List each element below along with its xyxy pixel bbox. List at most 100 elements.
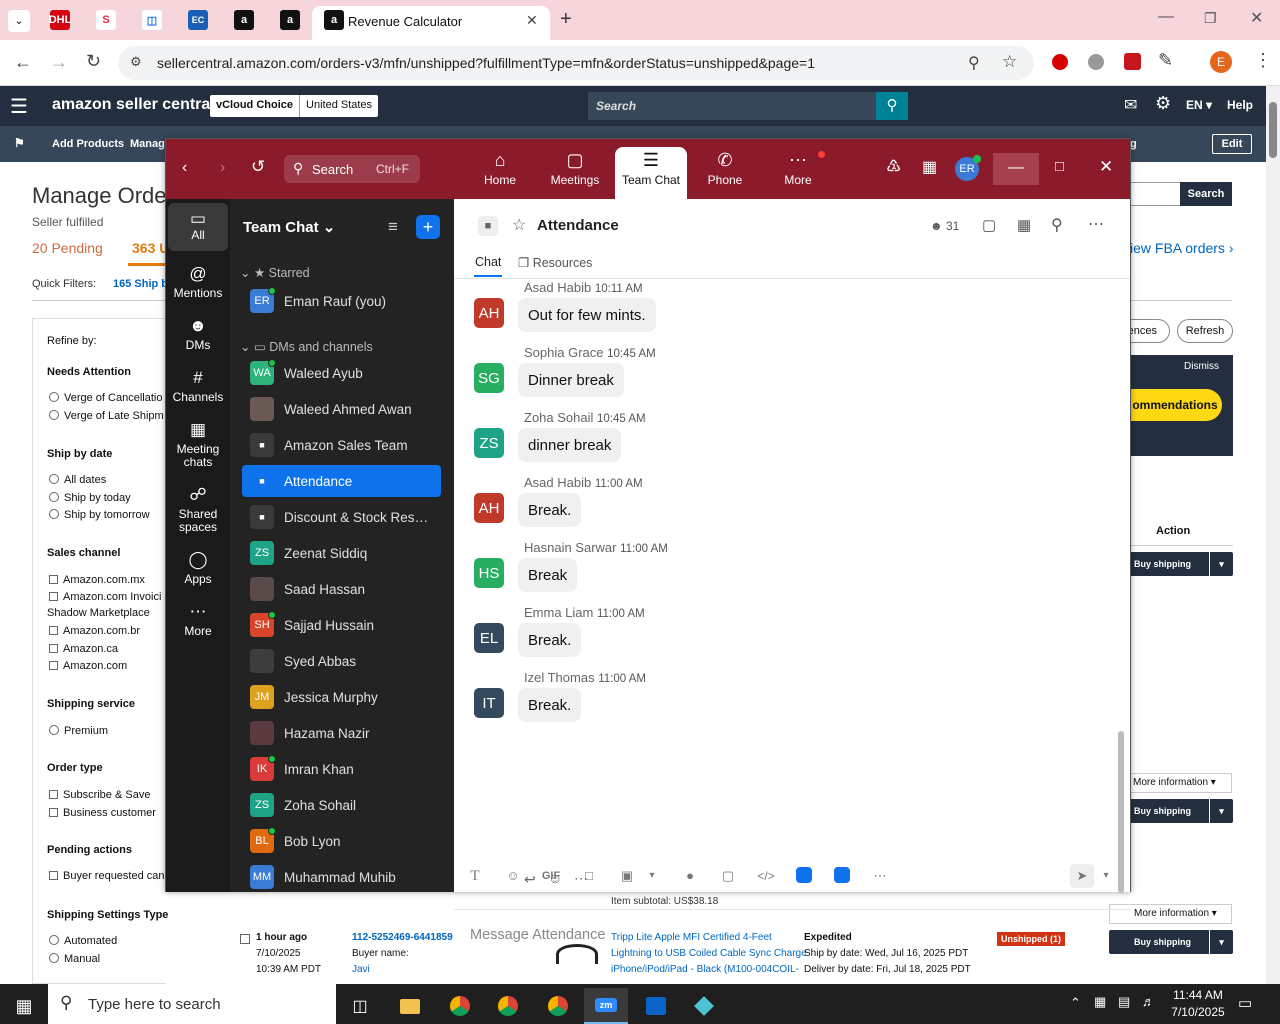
tray-app-icon[interactable]: ▦ — [1094, 994, 1106, 1010]
dms-section[interactable]: ⌄ ▭ DMs and channels — [240, 339, 373, 354]
more-toolbar-icon[interactable]: ⋯ — [868, 864, 892, 888]
sidebar-item[interactable]: ER Eman Rauf (you) — [242, 285, 441, 317]
help-link[interactable]: Help — [1227, 98, 1253, 112]
seller-central-logo[interactable]: amazon seller central — [52, 96, 215, 114]
sender-name[interactable]: Zoha Sohail — [524, 410, 593, 425]
bell-icon[interactable]: ♳ — [886, 157, 901, 177]
zoom-lens-icon[interactable]: ⚲ — [968, 53, 980, 73]
file-icon[interactable]: □ — [577, 864, 601, 888]
tray-chevron-icon[interactable]: ⌃ — [1070, 995, 1081, 1011]
rail-all[interactable]: ▭ All — [168, 203, 228, 251]
back-arrow-icon[interactable]: ‹ — [182, 159, 187, 177]
start-button[interactable]: ▦ — [2, 988, 46, 1024]
close-icon[interactable]: ✕ — [1099, 157, 1113, 177]
notifications-icon[interactable]: ▭ — [1238, 994, 1252, 1012]
sidebar-item[interactable]: JM Jessica Murphy — [242, 681, 441, 713]
recommendations-button[interactable]: ommendations — [1128, 389, 1222, 421]
sidebar-item[interactable]: Hazama Nazir — [242, 717, 441, 749]
filter-option[interactable]: Verge of Cancellatio — [49, 392, 162, 404]
sender-avatar[interactable]: SG — [474, 363, 504, 393]
profile-avatar[interactable]: E — [1210, 51, 1232, 73]
app-diamond-icon[interactable] — [682, 988, 726, 1024]
scrollbar-thumb[interactable] — [1269, 102, 1277, 158]
send-options-icon[interactable]: ▾ — [1094, 864, 1118, 888]
taskbar-search-input[interactable]: ⚲ Type here to search — [48, 984, 336, 1024]
url-field[interactable]: ⚙ sellercentral.amazon.com/orders-v3/mfn… — [118, 46, 1034, 80]
extensions-icon[interactable]: ✎ — [1158, 50, 1173, 71]
tab-amazon-1[interactable]: a — [234, 10, 254, 30]
filter-option[interactable]: Amazon.com.mx — [49, 574, 145, 586]
code-snippet-icon[interactable]: </> — [754, 864, 778, 888]
filter-option[interactable]: Premium — [49, 725, 108, 737]
maximize-icon[interactable]: □ — [1055, 158, 1064, 175]
sender-avatar[interactable]: AH — [474, 493, 504, 523]
message-item[interactable]: AH Asad Habib 10:11 AM Out for few mints. — [474, 280, 1074, 342]
nav-add-products[interactable]: Add Products — [52, 138, 124, 150]
browser-menu-icon[interactable]: ⋮ — [1254, 50, 1272, 71]
sidebar-item[interactable]: ZS Zoha Sohail — [242, 789, 441, 821]
search-icon[interactable]: ⚲ — [1051, 215, 1063, 235]
filter-option[interactable]: Buyer requested can — [49, 870, 165, 882]
seller-search-button[interactable]: ⚲ — [876, 92, 908, 120]
rail-meeting-chats[interactable]: ▦ Meeting chats — [168, 417, 228, 469]
seller-search-input[interactable]: Search — [588, 92, 876, 120]
page-scrollbar[interactable] — [1266, 86, 1280, 984]
sender-avatar[interactable]: ZS — [474, 428, 504, 458]
sender-avatar[interactable]: IT — [474, 688, 504, 718]
store-switcher[interactable]: vCloud Choice United States — [210, 95, 379, 117]
microphone-icon[interactable]: ● — [678, 864, 702, 888]
restore-icon[interactable]: ❐ — [1204, 10, 1217, 27]
order-id-link[interactable]: 112-5252469-6441859 — [352, 932, 453, 943]
rail-more[interactable]: ⋯ More — [168, 599, 228, 638]
minimize-icon[interactable]: — — [1158, 8, 1174, 26]
sender-name[interactable]: Hasnain Sarwar — [524, 540, 617, 555]
buyer-name-link[interactable]: Javi — [352, 964, 370, 975]
calendar-icon[interactable]: ▦ — [1017, 216, 1031, 234]
order-checkbox[interactable] — [240, 934, 250, 944]
tab-app-3[interactable]: ◫ — [142, 10, 162, 30]
filter-option[interactable]: Ship by tomorrow — [49, 509, 150, 521]
file-explorer-icon[interactable] — [388, 988, 432, 1024]
sidebar-item[interactable]: ■ Amazon Sales Team — [242, 429, 441, 461]
chrome-profile-icon[interactable] — [486, 988, 530, 1024]
sidebar-item[interactable]: Syed Abbas — [242, 645, 441, 677]
sidebar-item[interactable]: WA Waleed Ayub — [242, 357, 441, 389]
message-bubble[interactable]: dinner break — [518, 428, 622, 462]
quick-filter-ship-by[interactable]: 165 Ship b — [113, 278, 168, 290]
message-bubble[interactable]: Break. — [518, 623, 582, 657]
zoom-search-input[interactable]: ⚲ Search Ctrl+F — [284, 155, 420, 183]
message-bubble[interactable]: Dinner break — [518, 363, 624, 397]
ext-pdf-icon[interactable] — [1124, 53, 1141, 70]
message-bubble[interactable]: Break. — [518, 688, 582, 722]
sidebar-item[interactable]: Saad Hassan — [242, 573, 441, 605]
sidebar-item[interactable]: ZS Zeenat Siddiq — [242, 537, 441, 569]
filter-option[interactable]: All dates — [49, 474, 106, 486]
ext-globe-icon[interactable] — [1088, 54, 1104, 70]
clock-time[interactable]: 11:44 AM — [1172, 988, 1224, 1002]
sender-name[interactable]: Asad Habib — [524, 280, 591, 295]
more-info-dropdown[interactable]: More information ▾ — [1128, 773, 1232, 793]
refresh-button[interactable]: Refresh — [1177, 319, 1233, 343]
minimize-button[interactable]: — — [993, 153, 1039, 185]
screenshot-icon[interactable]: ▣ — [615, 864, 639, 888]
chat-scrollbar[interactable] — [1118, 731, 1124, 893]
filter-option[interactable]: Amazon.com.br — [49, 625, 140, 637]
search-orders-button[interactable]: Search — [1180, 182, 1232, 206]
sender-name[interactable]: Emma Liam — [524, 605, 593, 620]
sender-avatar[interactable]: AH — [474, 298, 504, 328]
message-bubble[interactable]: Out for few mints. — [518, 298, 656, 332]
view-fba-orders-link[interactable]: iew FBA orders › — [1130, 240, 1234, 256]
message-bubble[interactable]: Break — [518, 558, 578, 592]
forward-arrow-icon[interactable]: › — [220, 159, 225, 177]
member-count[interactable]: ☻ 31 — [930, 219, 959, 233]
mail-icon[interactable]: ✉ — [1124, 95, 1137, 115]
close-tab-icon[interactable]: ✕ — [526, 12, 538, 29]
chevron-down-icon[interactable]: ▾ — [1209, 552, 1233, 576]
sidebar-title[interactable]: Team Chat ⌄ — [243, 218, 335, 236]
filter-option[interactable]: Amazon.ca — [49, 643, 118, 655]
outlook-icon[interactable] — [634, 988, 678, 1024]
sidebar-item[interactable]: BL Bob Lyon — [242, 825, 441, 857]
bookmark-icon[interactable]: ⚑ — [14, 136, 25, 150]
calendar-icon[interactable]: ▦ — [922, 157, 937, 177]
volume-icon[interactable]: ♬ — [1142, 994, 1155, 1009]
